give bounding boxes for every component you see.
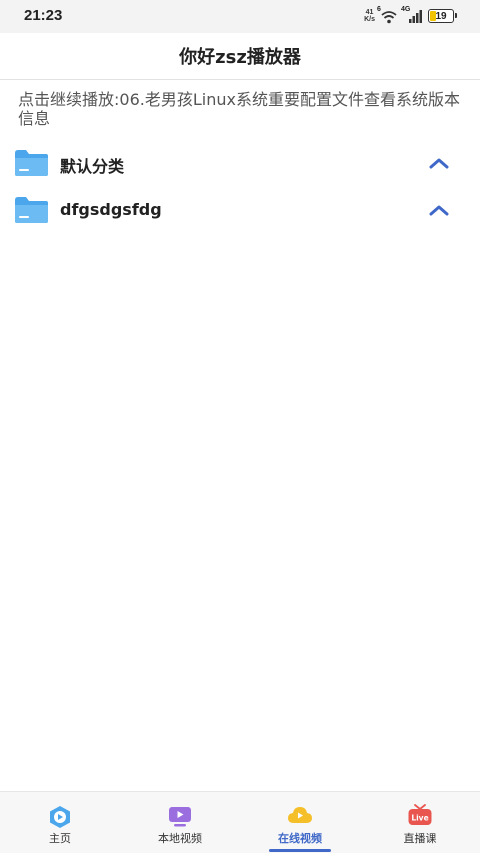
- resume-playback-link[interactable]: 点击继续播放:06.老男孩Linux系统重要配置文件查看系统版本信息: [18, 90, 466, 128]
- local-video-icon: [169, 807, 191, 827]
- cell-signal-icon: 4G: [401, 6, 423, 23]
- cloud-play-icon: [288, 807, 312, 823]
- nav-item-live-class[interactable]: Live 直播课: [360, 792, 480, 853]
- network-speed-unit: K/s: [364, 16, 375, 23]
- category-item[interactable]: dfgsdgsfdg: [0, 187, 480, 234]
- svg-text:Live: Live: [411, 814, 428, 823]
- category-name: dfgsdgsfdg: [60, 200, 162, 219]
- battery-icon: 19: [428, 9, 457, 23]
- chevron-up-icon[interactable]: [428, 156, 450, 170]
- nav-item-local-video[interactable]: 本地视频: [120, 792, 240, 853]
- category-name: 默认分类: [60, 157, 125, 176]
- status-indicators: 41 K/s 6 4G 19: [364, 6, 457, 25]
- nav-label: 直播课: [403, 832, 437, 845]
- app-header: 你好zsz播放器: [0, 33, 480, 80]
- chevron-up-icon[interactable]: [428, 203, 450, 217]
- nav-item-online-video[interactable]: 在线视频: [240, 792, 360, 853]
- network-speed: 41 K/s: [364, 9, 375, 23]
- active-tab-indicator: [269, 849, 331, 852]
- folder-icon: [15, 197, 48, 223]
- category-list: 默认分类 dfgsdgsfdg: [0, 140, 480, 234]
- nav-label: 在线视频: [278, 832, 322, 845]
- cell-label: 4G: [401, 6, 411, 13]
- page-title: 你好zsz播放器: [179, 47, 301, 68]
- folder-icon: [15, 150, 48, 176]
- bottom-nav: 主页 本地视频 在线视频 Live 直播课: [0, 791, 480, 853]
- nav-label: 主页: [49, 832, 71, 845]
- nav-label: 本地视频: [158, 832, 202, 845]
- network-speed-value: 41: [365, 9, 374, 16]
- app-screen: 21:23 41 K/s 6 4G 19 你好zsz播放器 点击继续播放:06.…: [0, 0, 480, 853]
- live-tv-icon: Live: [408, 804, 432, 825]
- nav-item-home[interactable]: 主页: [0, 792, 120, 853]
- category-item[interactable]: 默认分类: [0, 140, 480, 187]
- wifi-icon: 6: [377, 6, 398, 24]
- status-bar: 21:23 41 K/s 6 4G 19: [0, 0, 480, 33]
- status-time: 21:23: [24, 7, 63, 24]
- battery-level: 19: [435, 10, 447, 22]
- wifi-label: 6: [377, 6, 381, 13]
- home-play-icon: [50, 806, 70, 828]
